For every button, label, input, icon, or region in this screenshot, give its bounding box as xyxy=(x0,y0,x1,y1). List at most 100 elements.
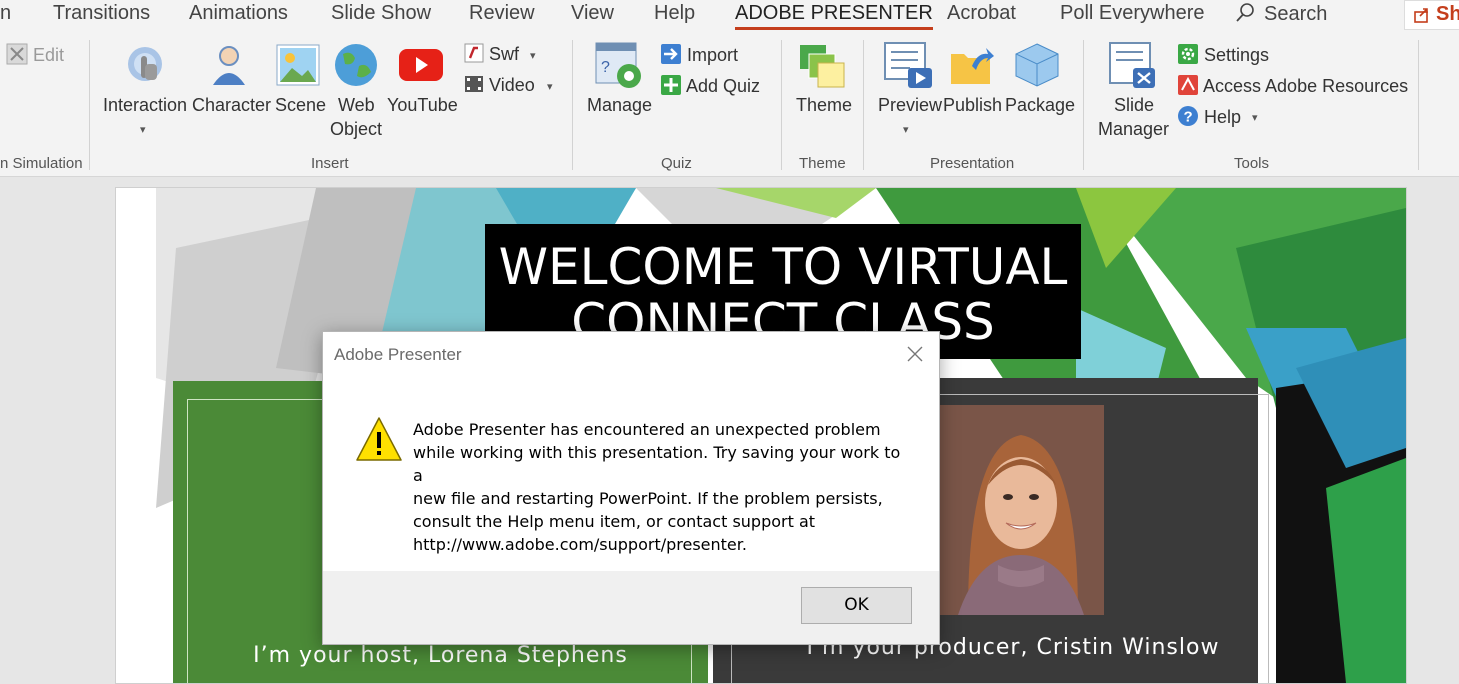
tab-acrobat[interactable]: Acrobat xyxy=(947,2,1016,25)
group-separator xyxy=(781,40,782,170)
slide-title-line1: WELCOME TO VIRTUAL xyxy=(498,238,1068,296)
dialog-message: Adobe Presenter has encountered an unexp… xyxy=(413,418,913,556)
character-button[interactable]: Character xyxy=(192,93,271,117)
group-separator xyxy=(863,40,864,170)
import-label: Import xyxy=(687,45,739,65)
gear-icon xyxy=(1178,44,1198,64)
tab-poll-everywhere[interactable]: Poll Everywhere xyxy=(1060,2,1205,25)
manage-quiz-icon[interactable]: ? xyxy=(595,42,643,95)
import-button[interactable]: Import xyxy=(660,43,738,66)
adobe-resources-icon xyxy=(1178,75,1198,95)
interaction-icon[interactable] xyxy=(125,44,165,93)
dialog-title: Adobe Presenter xyxy=(334,345,462,364)
import-icon xyxy=(661,44,681,64)
ok-button[interactable]: OK xyxy=(801,587,912,624)
scissors-icon xyxy=(6,43,28,65)
dialog-message-line: Adobe Presenter has encountered an unexp… xyxy=(413,420,881,439)
chevron-down-icon[interactable]: ▾ xyxy=(140,123,146,136)
manage-button[interactable]: Manage xyxy=(587,93,652,117)
chevron-down-icon[interactable]: ▾ xyxy=(547,80,553,93)
swf-button[interactable]: Swf xyxy=(464,43,519,65)
preview-button[interactable]: Preview xyxy=(878,93,942,117)
scene-button[interactable]: Scene xyxy=(275,93,326,117)
settings-button[interactable]: Settings xyxy=(1177,43,1269,66)
slide-manager-label-line2: Manager xyxy=(1098,119,1170,139)
slide-manager-button[interactable]: Slide xyxy=(1114,93,1154,117)
search-box[interactable]: Search xyxy=(1234,2,1327,26)
group-label-presentation: Presentation xyxy=(930,155,1015,172)
youtube-button[interactable]: YouTube xyxy=(387,93,458,117)
package-icon[interactable] xyxy=(1014,42,1060,93)
group-separator xyxy=(89,40,90,170)
edit-label: Edit xyxy=(33,45,65,65)
dialog-footer: OK xyxy=(323,571,939,644)
preview-icon[interactable] xyxy=(884,42,934,95)
close-button[interactable] xyxy=(903,342,927,366)
access-adobe-resources-label: Access Adobe Resources xyxy=(1203,76,1409,96)
publish-icon[interactable] xyxy=(950,44,996,91)
tab-view[interactable]: View xyxy=(571,2,614,25)
tab-clipped[interactable]: n xyxy=(0,2,11,25)
add-quiz-label: Add Quiz xyxy=(686,76,761,96)
help-button[interactable]: ? Help xyxy=(1177,105,1241,128)
tab-transitions[interactable]: Transitions xyxy=(53,2,150,25)
add-quiz-button[interactable]: Add Quiz xyxy=(660,74,760,97)
group-label-tools: Tools xyxy=(1234,155,1270,172)
dialog-message-line: while working with this presentation. Tr… xyxy=(413,443,901,485)
search-label: Search xyxy=(1264,3,1328,25)
close-icon xyxy=(907,346,923,362)
group-separator xyxy=(1418,40,1419,170)
chevron-down-icon[interactable]: ▾ xyxy=(903,123,909,136)
group-label-simulation: n Simulation xyxy=(0,155,83,172)
producer-photo[interactable] xyxy=(938,405,1104,615)
globe-icon[interactable] xyxy=(333,42,379,93)
video-label: Video xyxy=(489,75,535,95)
share-button[interactable]: Sh xyxy=(1404,0,1459,30)
edit-button[interactable]: Edit xyxy=(6,43,64,66)
video-button[interactable]: Video xyxy=(464,74,535,96)
web-object-button[interactable]: Web xyxy=(338,93,375,117)
dialog-message-line: new file and restarting PowerPoint. If t… xyxy=(413,489,883,508)
group-separator xyxy=(572,40,573,170)
film-icon xyxy=(465,76,483,92)
group-label-insert: Insert xyxy=(311,155,349,172)
theme-button[interactable]: Theme xyxy=(796,93,852,117)
web-object-label-line2: Object xyxy=(330,119,383,139)
tab-help[interactable]: Help xyxy=(654,2,695,25)
svg-text:?: ? xyxy=(601,59,610,76)
help-icon: ? xyxy=(1178,106,1198,126)
error-dialog[interactable]: Adobe Presenter Adobe Presenter has enco… xyxy=(322,331,940,645)
publish-button[interactable]: Publish xyxy=(943,93,1002,117)
svg-text:?: ? xyxy=(1184,109,1193,126)
scene-icon[interactable] xyxy=(276,44,320,91)
warning-icon xyxy=(355,416,403,467)
swf-label: Swf xyxy=(489,44,520,64)
host-caption: I’m your host, Lorena Stephens xyxy=(253,643,628,668)
ribbon-tabs: n Transitions Animations Slide Show Revi… xyxy=(0,0,1459,30)
tab-adobe-presenter[interactable]: ADOBE PRESENTER xyxy=(735,2,933,30)
share-label: Sh xyxy=(1436,3,1459,25)
flash-icon xyxy=(464,43,484,63)
tab-animations[interactable]: Animations xyxy=(189,2,288,25)
youtube-icon[interactable] xyxy=(398,48,444,87)
chevron-down-icon[interactable]: ▾ xyxy=(1252,111,1258,124)
interaction-button[interactable]: Interaction xyxy=(103,93,187,117)
group-label-quiz: Quiz xyxy=(661,155,692,172)
help-label: Help xyxy=(1204,107,1242,127)
slide-manager-icon[interactable] xyxy=(1109,42,1157,95)
search-icon xyxy=(1236,3,1254,22)
tab-review[interactable]: Review xyxy=(469,2,535,25)
package-button[interactable]: Package xyxy=(1005,93,1075,117)
access-adobe-resources-button[interactable]: Access Adobe Resources xyxy=(1177,74,1408,97)
group-label-theme: Theme xyxy=(799,155,846,172)
dialog-message-line: consult the Help menu item, or contact s… xyxy=(413,512,816,531)
settings-label: Settings xyxy=(1204,45,1270,65)
theme-icon[interactable] xyxy=(799,44,847,93)
dialog-message-line: http://www.adobe.com/support/presenter. xyxy=(413,535,747,554)
share-icon xyxy=(1414,8,1428,23)
chevron-down-icon[interactable]: ▾ xyxy=(530,49,536,62)
tab-slide-show[interactable]: Slide Show xyxy=(331,2,431,25)
ribbon: Edit n Simulation Interaction ▾ Characte… xyxy=(0,30,1459,177)
character-icon[interactable] xyxy=(209,43,249,92)
plus-icon xyxy=(661,75,681,95)
